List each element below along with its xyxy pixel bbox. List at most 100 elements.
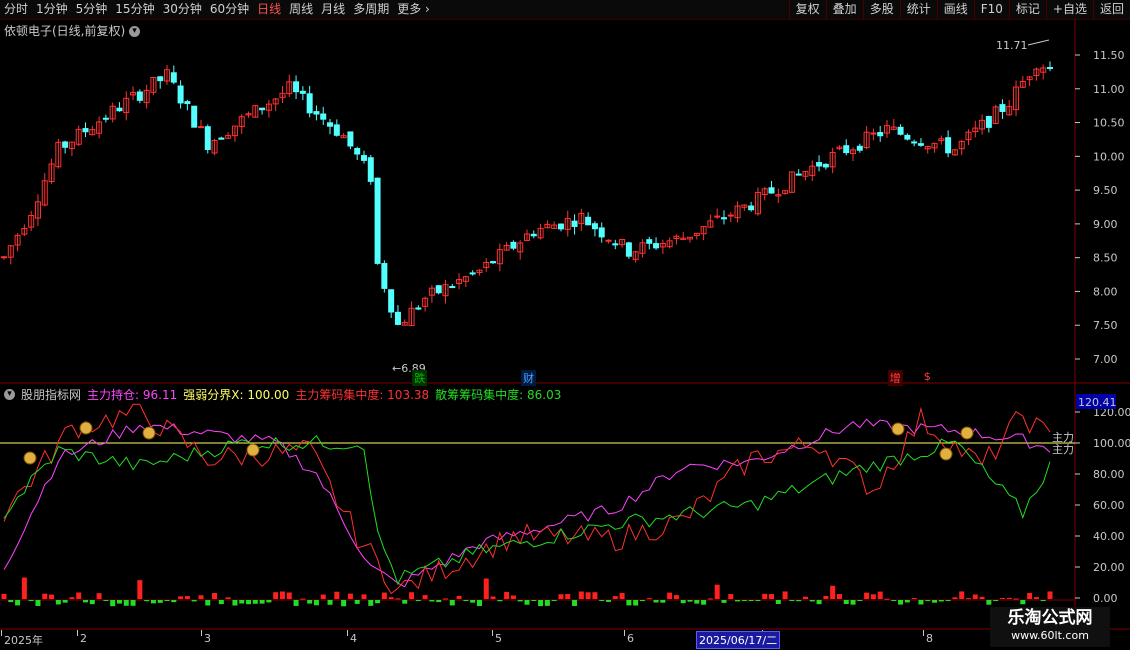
histogram-bar — [123, 600, 129, 606]
histogram-bar — [572, 600, 578, 607]
histogram-bar — [198, 595, 204, 599]
histogram-bar — [449, 600, 455, 606]
histogram-bar — [103, 600, 109, 601]
histogram-bar — [626, 600, 632, 606]
candle-body — [768, 187, 775, 194]
histogram-bar — [171, 600, 177, 603]
histogram-bar — [483, 578, 489, 599]
histogram-bar — [8, 600, 14, 603]
histogram-bar — [28, 600, 34, 601]
date-tick — [201, 630, 202, 636]
histogram-bar — [76, 592, 82, 599]
chart-canvas[interactable]: 11.50 11.00 10.50 10.00 9.50 9.00 8.50 8.00 7.50… — [0, 0, 1130, 630]
histogram-bar — [463, 600, 469, 601]
histogram-bar — [544, 600, 550, 606]
candle-body — [727, 214, 734, 217]
histogram-bar — [42, 593, 48, 599]
histogram-bar — [965, 598, 971, 600]
price-tick-label: 9.00 — [1093, 218, 1118, 231]
histogram-bar — [999, 598, 1005, 600]
histogram-bar — [796, 600, 802, 602]
histogram-bar — [300, 598, 306, 600]
money-bag-icon — [246, 443, 260, 457]
histogram-bar — [898, 600, 904, 605]
candle-body — [306, 93, 313, 114]
histogram-bar — [714, 584, 720, 599]
histogram-bar — [409, 592, 415, 599]
histogram-bar — [320, 594, 326, 599]
candle-body — [177, 85, 184, 104]
histogram-bar — [775, 600, 781, 605]
histogram-bar — [728, 594, 734, 599]
candle-body — [945, 137, 952, 154]
histogram-bar — [470, 600, 476, 603]
histogram-bar — [769, 594, 775, 599]
histogram-bar — [870, 594, 876, 599]
histogram-bar — [558, 594, 564, 599]
histogram-bar — [21, 577, 27, 599]
price-tick-label: 7.50 — [1093, 319, 1118, 332]
histogram-bar — [823, 595, 829, 599]
candle-body — [490, 261, 497, 264]
candle-body — [591, 223, 598, 230]
cursor-date: 2025/06/17/二 — [696, 631, 781, 649]
candle-body — [360, 155, 367, 161]
histogram-bar — [531, 600, 537, 601]
candle-body — [313, 111, 320, 115]
histogram-bar — [538, 600, 544, 607]
candle-body — [598, 227, 605, 238]
histogram-bar — [925, 600, 931, 602]
candle-body — [367, 157, 374, 182]
histogram-bar — [938, 600, 944, 602]
histogram-bar — [911, 597, 917, 599]
money-bag-icon — [960, 426, 974, 440]
indicator-tick-label: 80.00 — [1093, 468, 1125, 481]
histogram-bar — [864, 592, 870, 599]
histogram-bar — [639, 600, 645, 602]
candle-body — [204, 126, 211, 150]
histogram-bar — [293, 600, 299, 606]
watermark: 乐淘公式网 www.60lt.com — [990, 607, 1110, 647]
histogram-bar — [286, 592, 292, 599]
histogram-bar — [517, 600, 523, 602]
histogram-bar — [184, 596, 190, 599]
event-marker[interactable]: 财 — [521, 370, 536, 386]
histogram-bar — [884, 598, 890, 600]
histogram-bar — [239, 600, 245, 604]
event-marker[interactable]: $ — [922, 370, 933, 383]
histogram-bar — [225, 597, 231, 599]
date-tick — [624, 630, 625, 636]
histogram-bar — [497, 600, 503, 602]
candle-body — [388, 289, 395, 313]
date-tick — [77, 630, 78, 636]
histogram-bar — [721, 600, 727, 603]
histogram-bar — [395, 598, 401, 600]
histogram-bar — [673, 595, 679, 599]
candle-body — [415, 307, 422, 310]
price-tick-label: 7.00 — [1093, 353, 1118, 366]
candle-body — [646, 239, 653, 244]
histogram-bar — [653, 600, 659, 603]
indicator-name[interactable]: 股朋指标网 — [21, 386, 81, 403]
histogram-bar — [35, 600, 41, 606]
chevron-down-icon[interactable]: ▾ — [4, 388, 15, 400]
date-tick-label: 8 — [926, 632, 933, 645]
indicator-legend-item: 散筹筹码集中度: 86.03 — [435, 387, 562, 402]
histogram-bar — [436, 600, 442, 603]
histogram-bar — [55, 600, 61, 605]
event-marker[interactable]: 跌 — [412, 370, 428, 386]
event-marker[interactable]: 增 — [887, 370, 903, 386]
candle-body — [571, 220, 578, 227]
histogram-bar — [368, 600, 374, 606]
money-bag-icon — [142, 426, 156, 440]
candle-body — [856, 145, 863, 151]
candle-body — [748, 205, 755, 211]
histogram-bar — [667, 592, 673, 599]
candle-body — [218, 137, 225, 140]
date-tick — [492, 630, 493, 636]
histogram-bar — [762, 593, 768, 599]
candle-body — [585, 216, 592, 226]
candle-body — [795, 173, 802, 176]
histogram-bar — [952, 597, 958, 599]
candle-body — [197, 126, 204, 129]
